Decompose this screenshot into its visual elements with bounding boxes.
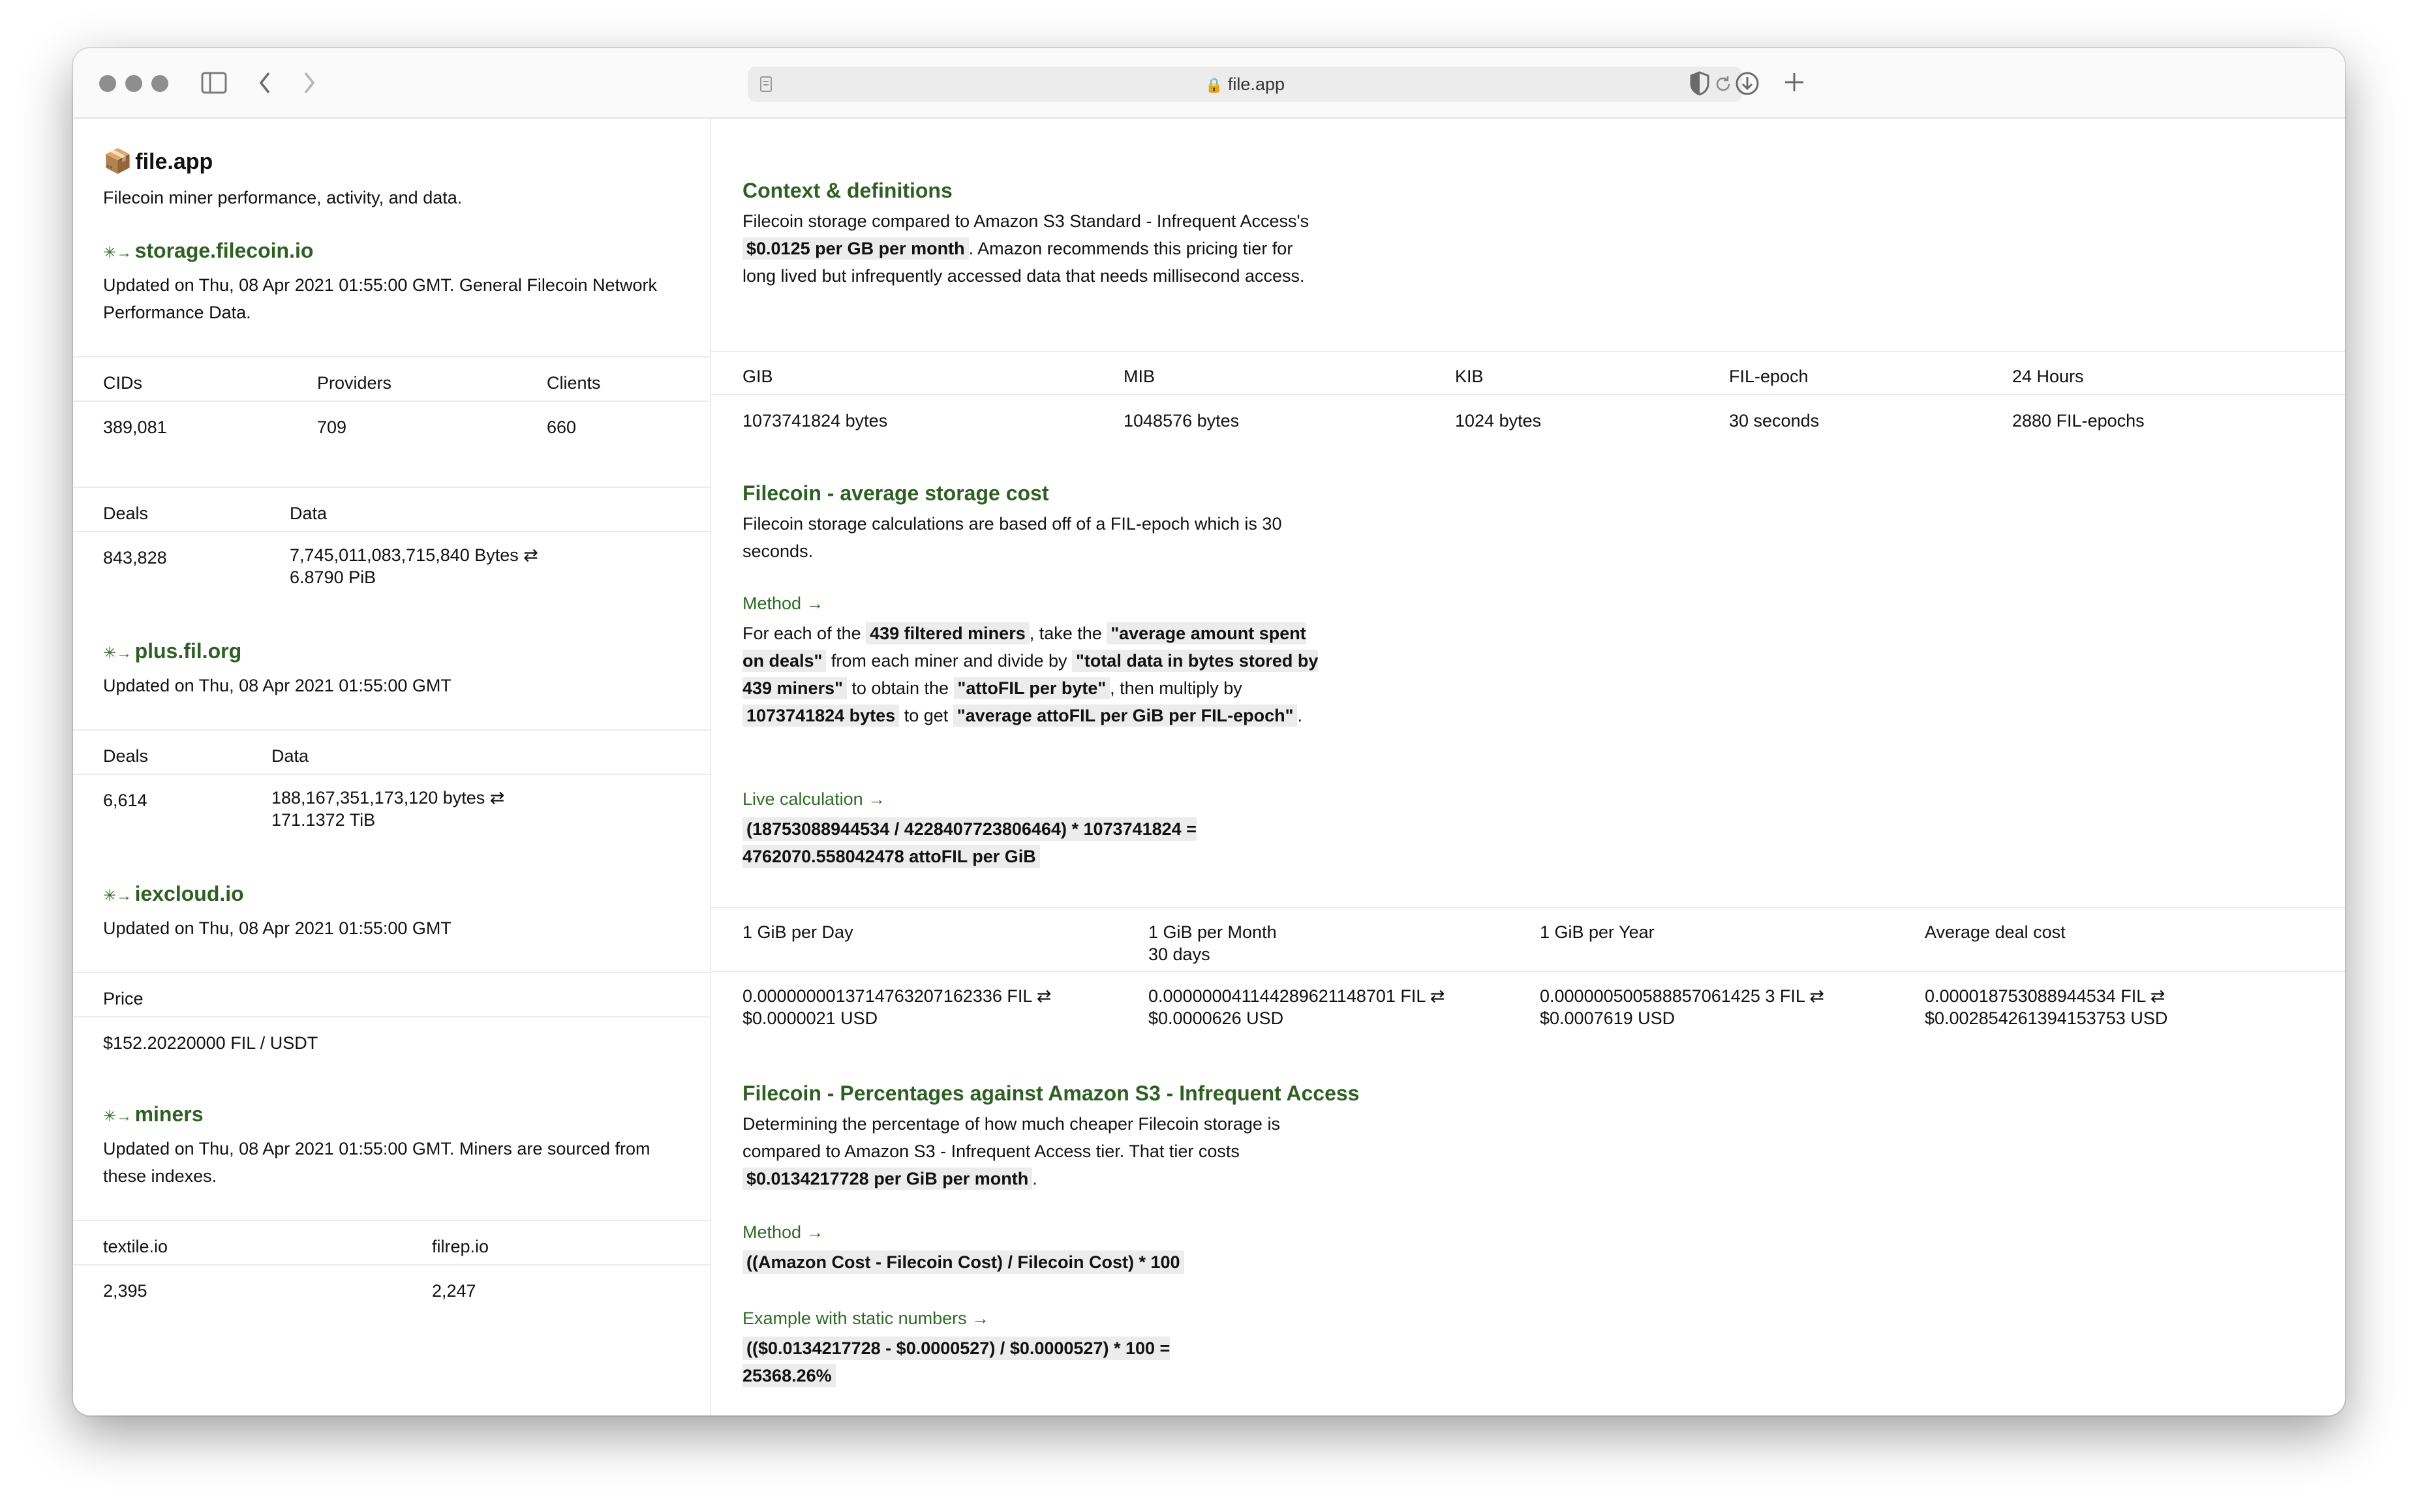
month-header: 1 GiB per Month 30 days xyxy=(1148,922,1277,964)
lock-icon: 🔒 xyxy=(1205,77,1223,93)
sparkle-arrow-icon: ✳→ xyxy=(103,887,132,905)
reload-icon[interactable] xyxy=(1713,74,1733,97)
gib-header: GIB xyxy=(742,367,773,386)
percent-method-link[interactable]: Method → xyxy=(742,1222,824,1243)
address-bar[interactable]: 🔒 file.app xyxy=(748,67,1742,102)
price-header: Price xyxy=(103,989,144,1008)
avg-deal-cost[interactable]: 0.000018753088944534 FIL ⇄ $0.0028542613… xyxy=(1925,985,2167,1029)
new-tab-icon[interactable] xyxy=(1783,70,1806,97)
textile-header: textile.io xyxy=(103,1237,168,1256)
cids-header: CIDs xyxy=(103,373,142,393)
storage-deals-header: Deals xyxy=(103,504,149,523)
plus-data-bytes: 188,167,351,173,120 bytes ⇄ xyxy=(271,788,505,808)
app-header: 📦 file.app xyxy=(103,147,213,175)
sidebar-toggle-icon[interactable] xyxy=(201,72,227,97)
miners-updated: Updated on Thu, 08 Apr 2021 01:55:00 GMT… xyxy=(103,1139,650,1186)
plus-data-tib: 171.1372 TiB xyxy=(271,810,376,830)
fil-epoch-header: FIL-epoch xyxy=(1729,367,1809,386)
plus-data-header: Data xyxy=(271,746,309,766)
clients-header: Clients xyxy=(547,373,601,393)
iex-section-link[interactable]: ✳→ iexcloud.io xyxy=(103,882,244,906)
package-icon: 📦 xyxy=(103,147,132,174)
avg-cost-text: Filecoin storage calculations are based … xyxy=(742,514,1282,561)
miners-section-link[interactable]: ✳→ miners xyxy=(103,1102,204,1126)
plus-section-link[interactable]: ✳→ plus.fil.org xyxy=(103,639,241,663)
sidebar: 📦 file.app Filecoin miner performance, a… xyxy=(73,119,711,1415)
context-title: Context & definitions xyxy=(742,179,953,202)
filrep-value: 2,247 xyxy=(432,1281,476,1301)
tier-price-code: $0.0134217728 per GiB per month xyxy=(742,1168,1033,1190)
fil-epoch-value: 30 seconds xyxy=(1729,411,1820,431)
plus-deals-header: Deals xyxy=(103,746,149,766)
kib-header: KIB xyxy=(1455,367,1484,386)
example-link[interactable]: Example with static numbers → xyxy=(742,1308,989,1329)
filrep-header: filrep.io xyxy=(432,1237,489,1256)
shield-icon[interactable] xyxy=(1689,70,1711,100)
zoom-window-button[interactable] xyxy=(151,75,168,92)
live-calculation: (18753088944534 / 4228407723806464) * 10… xyxy=(742,815,1278,870)
forward-icon[interactable] xyxy=(301,70,317,98)
month-subheader: 30 days xyxy=(1148,945,1210,964)
app-title: file.app xyxy=(135,149,213,174)
sparkle-arrow-icon: ✳→ xyxy=(103,244,132,262)
month-cost[interactable]: 0.000000041144289621148701 FIL ⇄ $0.0000… xyxy=(1148,985,1445,1029)
percent-formula: ((Amazon Cost - Filecoin Cost) / Filecoi… xyxy=(742,1248,1184,1276)
main-panel: Context & definitions Filecoin storage c… xyxy=(711,119,2345,1415)
amazon-price-code: $0.0125 per GB per month xyxy=(742,237,969,260)
method-link[interactable]: Method → xyxy=(742,594,824,614)
storage-data-pib: 6.8790 PiB xyxy=(290,567,376,587)
storage-deals-value: 843,828 xyxy=(103,548,167,567)
percent-example: (($0.0134217728 - $0.0000527) / $0.00005… xyxy=(742,1335,1251,1389)
providers-header: Providers xyxy=(317,373,392,393)
plus-data-value[interactable]: 188,167,351,173,120 bytes ⇄ 171.1372 TiB xyxy=(271,787,504,831)
price-value: $152.20220000 FIL / USDT xyxy=(103,1033,318,1053)
mib-value: 1048576 bytes xyxy=(1124,411,1240,431)
clients-value: 660 xyxy=(547,417,577,437)
plus-updated: Updated on Thu, 08 Apr 2021 01:55:00 GMT xyxy=(103,676,451,695)
method-text: For each of the 439 filtered miners, tak… xyxy=(742,622,1319,727)
percent-text: Determining the percentage of how much c… xyxy=(742,1114,1280,1190)
browser-window: 🔒 file.app 📦 file.app Filecoin miner per… xyxy=(73,48,2345,1415)
year-cost[interactable]: 0.000000500588857061425 3 FIL ⇄ $0.00076… xyxy=(1540,985,1824,1029)
storage-data-value[interactable]: 7,745,011,083,715,840 Bytes ⇄ 6.8790 PiB xyxy=(290,544,538,588)
live-calculation-link[interactable]: Live calculation → xyxy=(742,789,885,809)
download-icon[interactable] xyxy=(1734,70,1760,100)
page-content: 📦 file.app Filecoin miner performance, a… xyxy=(73,119,2345,1415)
back-icon[interactable] xyxy=(257,70,273,98)
hours-value: 2880 FIL-epochs xyxy=(2012,411,2145,431)
providers-value: 709 xyxy=(317,417,347,437)
day-header: 1 GiB per Day xyxy=(742,922,853,942)
hours-header: 24 Hours xyxy=(2012,367,2084,386)
year-header: 1 GiB per Year xyxy=(1540,922,1655,942)
day-cost[interactable]: 0.0000000013714763207162336 FIL ⇄ $0.000… xyxy=(742,985,1052,1029)
avg-cost-title: Filecoin - average storage cost xyxy=(742,481,1049,505)
minimize-window-button[interactable] xyxy=(125,75,142,92)
avg-deal-header: Average deal cost xyxy=(1925,922,2066,942)
plus-deals-value: 6,614 xyxy=(103,791,147,810)
sparkle-arrow-icon: ✳→ xyxy=(103,1108,132,1125)
storage-section-link[interactable]: ✳→ storage.filecoin.io xyxy=(103,239,313,263)
storage-updated: Updated on Thu, 08 Apr 2021 01:55:00 GMT… xyxy=(103,275,657,322)
iex-updated: Updated on Thu, 08 Apr 2021 01:55:00 GMT xyxy=(103,918,451,938)
storage-data-header: Data xyxy=(290,504,328,523)
context-text: Filecoin storage compared to Amazon S3 S… xyxy=(742,211,1309,286)
app-subtitle: Filecoin miner performance, activity, an… xyxy=(103,188,463,207)
sparkle-arrow-icon: ✳→ xyxy=(103,644,132,662)
storage-data-bytes: 7,745,011,083,715,840 Bytes ⇄ xyxy=(290,545,538,565)
kib-value: 1024 bytes xyxy=(1455,411,1542,431)
browser-toolbar: 🔒 file.app xyxy=(73,48,2345,119)
gib-value: 1073741824 bytes xyxy=(742,411,888,431)
cids-value: 389,081 xyxy=(103,417,167,437)
close-window-button[interactable] xyxy=(99,75,116,92)
mib-header: MIB xyxy=(1124,367,1155,386)
textile-value: 2,395 xyxy=(103,1281,147,1301)
percent-title: Filecoin - Percentages against Amazon S3… xyxy=(742,1081,1360,1105)
url-text: file.app xyxy=(1227,74,1285,94)
